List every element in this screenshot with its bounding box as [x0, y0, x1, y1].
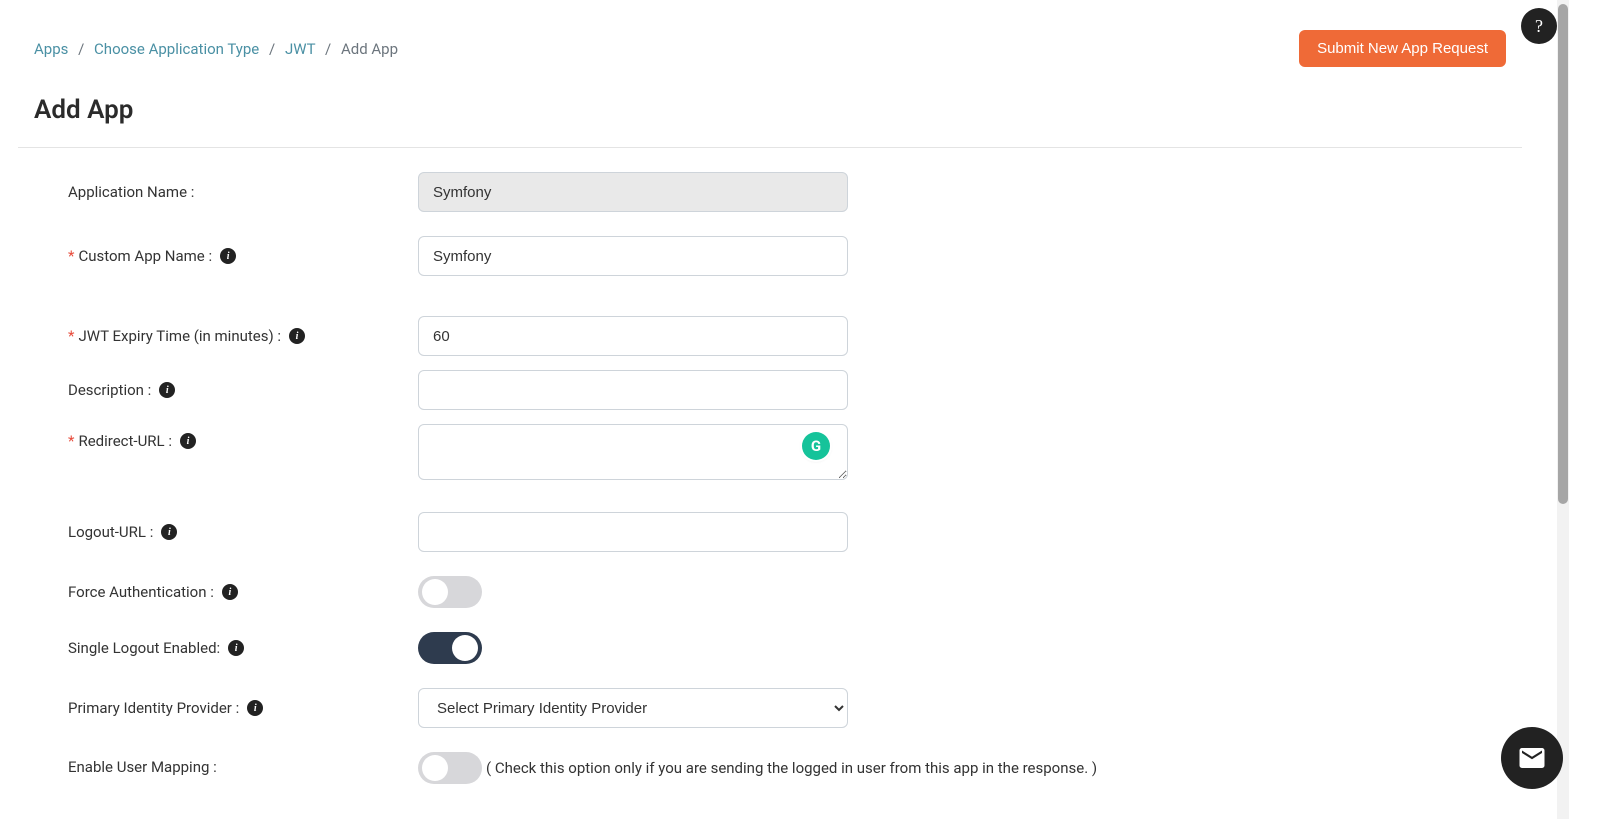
required-marker: * — [68, 247, 74, 265]
breadcrumb-jwt[interactable]: JWT — [285, 40, 315, 58]
breadcrumb: Apps / Choose Application Type / JWT / A… — [34, 40, 398, 58]
submit-new-app-request-button[interactable]: Submit New App Request — [1299, 30, 1506, 67]
vertical-scrollbar[interactable] — [1557, 0, 1569, 819]
info-icon[interactable]: i — [247, 700, 263, 716]
info-icon[interactable]: i — [220, 248, 236, 264]
force-auth-label: Force Authentication : — [68, 583, 214, 601]
info-icon[interactable]: i — [161, 524, 177, 540]
scrollbar-thumb[interactable] — [1558, 4, 1568, 504]
description-label: Description : — [68, 381, 151, 399]
user-mapping-hint: ( Check this option only if you are send… — [486, 759, 1097, 777]
breadcrumb-sep: / — [269, 40, 275, 58]
grammarly-icon[interactable]: G — [802, 432, 830, 460]
redirect-url-label: Redirect-URL : — [78, 432, 172, 450]
info-icon[interactable]: i — [228, 640, 244, 656]
single-logout-label: Single Logout Enabled: — [68, 639, 220, 657]
user-mapping-toggle[interactable] — [418, 752, 482, 784]
help-icon[interactable]: ? — [1521, 8, 1557, 44]
single-logout-toggle[interactable] — [418, 632, 482, 664]
info-icon[interactable]: i — [159, 382, 175, 398]
page-title: Add App — [0, 67, 1540, 147]
breadcrumb-current: Add App — [341, 40, 398, 58]
description-input[interactable] — [418, 370, 848, 410]
redirect-url-input[interactable] — [418, 424, 848, 480]
required-marker: * — [68, 327, 74, 345]
jwt-expiry-input[interactable] — [418, 316, 848, 356]
custom-app-name-label: Custom App Name : — [78, 247, 212, 265]
primary-idp-label: Primary Identity Provider : — [68, 699, 239, 717]
required-marker: * — [68, 432, 74, 450]
jwt-expiry-label: JWT Expiry Time (in minutes) : — [78, 327, 281, 345]
breadcrumb-choose-type[interactable]: Choose Application Type — [94, 40, 259, 58]
info-icon[interactable]: i — [180, 433, 196, 449]
logout-url-input[interactable] — [418, 512, 848, 552]
user-mapping-label: Enable User Mapping : — [68, 758, 217, 776]
application-name-label: Application Name : — [68, 183, 194, 201]
breadcrumb-apps[interactable]: Apps — [34, 40, 68, 58]
add-app-form: Application Name : * Custom App Name : i… — [0, 148, 1540, 784]
application-name-input — [418, 172, 848, 212]
force-auth-toggle[interactable] — [418, 576, 482, 608]
breadcrumb-sep: / — [325, 40, 331, 58]
breadcrumb-sep: / — [78, 40, 84, 58]
logout-url-label: Logout-URL : — [68, 523, 153, 541]
info-icon[interactable]: i — [289, 328, 305, 344]
custom-app-name-input[interactable] — [418, 236, 848, 276]
primary-idp-select[interactable]: Select Primary Identity Provider — [418, 688, 848, 728]
chat-icon[interactable] — [1501, 727, 1563, 789]
info-icon[interactable]: i — [222, 584, 238, 600]
